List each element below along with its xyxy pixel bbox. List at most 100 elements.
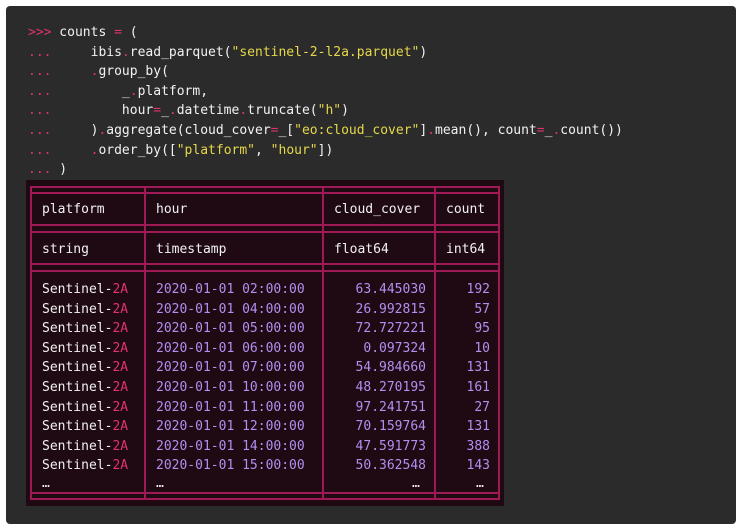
cell-platform: Sentinel-2A <box>42 321 128 336</box>
cell-cloud-cover: 0.097324 <box>363 340 426 356</box>
prompt-marker: ... <box>28 142 52 158</box>
cell-hour: 2020-01-01 14:00:00 <box>156 438 305 454</box>
code-token: . <box>427 122 436 138</box>
terminal-window: >>> counts = (... ibis.read_parquet("sen… <box>6 6 736 524</box>
platform-prefix: Sentinel- <box>42 458 113 474</box>
cell-hour: 2020-01-01 07:00:00 <box>156 360 305 376</box>
platform-number: 2A <box>112 282 129 297</box>
prompt-marker: ... <box>28 44 52 60</box>
platform-number: 2A <box>112 438 129 454</box>
code-token: "eo:cloud_cover" <box>294 122 420 138</box>
code-token: "sentinel-2-l2a.parquet" <box>231 44 420 60</box>
code-token: "h" <box>317 103 342 119</box>
cell-platform: Sentinel-2A <box>42 439 128 454</box>
column-type-cloud-cover: float64 <box>334 242 389 257</box>
cell-hour: 2020-01-01 15:00:00 <box>156 458 305 474</box>
platform-number: 2A <box>112 321 129 337</box>
code-token: platform, <box>137 83 209 99</box>
platform-prefix: Sentinel- <box>42 438 113 454</box>
cell-cloud-cover: 72.727221 <box>355 321 426 337</box>
code-token: mean(), count <box>435 122 537 138</box>
platform-prefix: Sentinel- <box>42 360 113 376</box>
code-token: _ <box>161 103 169 119</box>
cell-hour: 2020-01-01 11:00:00 <box>156 399 305 415</box>
code-token: ) <box>51 162 68 178</box>
code-token: "hour" <box>270 142 318 158</box>
code-token: datetime <box>176 103 240 119</box>
cell-count: 131 <box>466 419 490 435</box>
cell-platform: Sentinel-2A <box>42 458 128 473</box>
column-header-hour: hour <box>156 202 188 217</box>
code-token: ]) <box>317 142 334 158</box>
result-table: platform hour cloud_cover count string t… <box>26 180 504 506</box>
cell-cloud-cover: 63.445030 <box>355 282 426 297</box>
cell-cloud-cover: 26.992815 <box>355 301 426 317</box>
code-block: >>> counts = (... ibis.read_parquet("sen… <box>28 23 623 180</box>
code-token: . <box>129 83 138 99</box>
code-token: ) <box>419 44 428 60</box>
platform-number: 2A <box>112 458 129 474</box>
cell-hour: 2020-01-01 05:00:00 <box>156 321 305 337</box>
cell-cloud-cover: 97.241751 <box>355 399 426 415</box>
code-token: ) <box>51 122 99 138</box>
ellipsis-count: … <box>476 476 484 491</box>
platform-number: 2A <box>112 380 129 395</box>
code-token: , <box>255 142 271 158</box>
code-token: count()) <box>560 122 623 138</box>
table-border-right <box>498 186 500 500</box>
cell-platform: Sentinel-2A <box>42 282 128 297</box>
code-line: ... .order_by(["platform", "hour"]) <box>28 141 623 161</box>
cell-hour: 2020-01-01 10:00:00 <box>156 380 305 395</box>
code-line: >>> counts = ( <box>28 23 623 43</box>
code-line: ... ) <box>28 160 623 180</box>
cell-count: 10 <box>474 340 490 356</box>
prompt-marker: ... <box>28 162 52 178</box>
cell-hour: 2020-01-01 04:00:00 <box>156 301 305 317</box>
code-token: ( <box>121 25 138 40</box>
type-separator <box>30 263 500 265</box>
type-separator-inner <box>30 270 500 272</box>
code-token: aggregate(cloud_cover <box>106 122 271 138</box>
code-token: hour <box>51 103 154 119</box>
ellipsis-hour: … <box>156 476 164 491</box>
cell-cloud-cover: 47.591773 <box>355 438 426 454</box>
platform-prefix: Sentinel- <box>42 340 113 356</box>
cell-platform: Sentinel-2A <box>42 360 128 375</box>
table-border-top-inner <box>30 192 500 194</box>
table-divider-2 <box>322 186 324 500</box>
cell-cloud-cover: 70.159764 <box>355 419 426 435</box>
table-divider-1 <box>144 186 146 500</box>
platform-prefix: Sentinel- <box>42 321 113 337</box>
code-line: ... ). aggregate(cloud_cover = _["eo:cloud_… <box>28 121 623 141</box>
code-line: ... .group_by( <box>28 62 623 82</box>
platform-number: 2A <box>112 301 129 317</box>
prompt-marker: ... <box>28 83 52 99</box>
code-line: ... _.platform, <box>28 82 623 102</box>
column-type-count: int64 <box>446 242 486 257</box>
column-header-cloud-cover: cloud_cover <box>334 202 421 217</box>
platform-number: 2A <box>112 419 129 435</box>
cell-platform: Sentinel-2A <box>42 419 128 434</box>
platform-prefix: Sentinel- <box>42 301 113 317</box>
header-separator-inner <box>30 231 500 233</box>
code-token: ) <box>341 103 349 119</box>
platform-number: 2A <box>112 399 129 415</box>
cell-count: 388 <box>466 438 490 454</box>
code-token: read_parquet( <box>129 44 232 60</box>
platform-prefix: Sentinel- <box>42 399 113 415</box>
code-token: "platform" <box>176 142 256 158</box>
code-token: = <box>153 103 162 119</box>
code-token: . <box>121 44 130 60</box>
cell-hour: 2020-01-01 12:00:00 <box>156 419 305 435</box>
code-token: . <box>239 103 248 119</box>
cell-count: 161 <box>466 380 490 395</box>
platform-number: 2A <box>112 360 129 376</box>
code-token: _[ <box>278 122 295 138</box>
cell-platform: Sentinel-2A <box>42 380 128 395</box>
column-type-platform: string <box>42 242 89 257</box>
platform-number: 2A <box>112 340 129 356</box>
column-header-count: count <box>446 202 486 217</box>
code-line: ... hour=_.datetime.truncate("h") <box>28 101 623 121</box>
code-token: ibis <box>51 44 122 60</box>
